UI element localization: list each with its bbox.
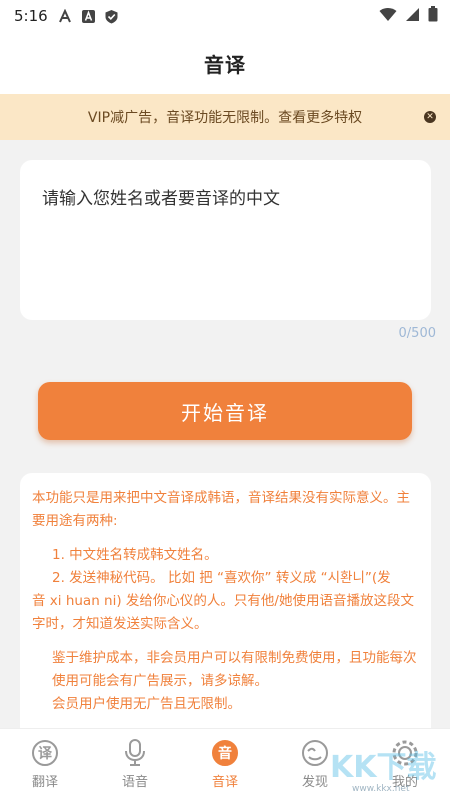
page-title: 音译 xyxy=(204,52,246,77)
info-item-1: 1. 中文姓名转成韩文姓名。 xyxy=(52,547,218,563)
info-paragraph-2-text: 鉴于维护成本，非会员用户可以有限制免费使用，且功能每次使用可能会有广告展示，请多… xyxy=(52,650,417,689)
vip-banner[interactable]: VIP减广告，音译功能无限制。查看更多特权 ✕ xyxy=(0,94,450,140)
vip-banner-text[interactable]: VIP减广告，音译功能无限制。查看更多特权 xyxy=(88,107,362,127)
nav-item-transliterate[interactable]: 音 音译 xyxy=(180,729,270,800)
translate-icon[interactable]: 译 xyxy=(31,739,59,767)
nav-label-voice: 语音 xyxy=(121,775,148,790)
font-a-icon xyxy=(58,8,73,24)
nav-item-profile[interactable]: 我的 xyxy=(360,729,450,800)
input-card xyxy=(20,160,431,320)
font-box-icon xyxy=(81,9,96,24)
transliterate-input[interactable] xyxy=(42,184,409,296)
status-icons-left xyxy=(58,8,119,24)
nav-item-discover[interactable]: 发现 xyxy=(270,729,360,800)
nav-label-profile: 我的 xyxy=(391,775,418,790)
nav-label-transliterate: 音译 xyxy=(211,775,238,790)
microphone-icon[interactable] xyxy=(121,739,149,767)
discover-face-icon[interactable] xyxy=(301,739,329,767)
info-card: 本功能只是用来把中文音译成韩语，音译结果没有实际意义。主要用途有两种: 1. 中… xyxy=(20,473,431,733)
status-time: 5:16 xyxy=(14,7,48,25)
nav-item-voice[interactable]: 语音 xyxy=(90,729,180,800)
info-item-2-rest: 音 xi huan ni) 发给你心仪的人。只有他/她使用语音播放这段文字时，才… xyxy=(32,593,414,632)
close-icon[interactable]: ✕ xyxy=(424,111,436,123)
info-paragraph-1: 本功能只是用来把中文音译成韩语，音译结果没有实际意义。主要用途有两种: xyxy=(32,490,410,529)
start-transliterate-button[interactable]: 开始音译 xyxy=(38,382,412,440)
char-counter: 0/500 xyxy=(398,326,436,341)
info-item-2-line-1: 2. 发送神秘代码。 比如 把 “喜欢你” 转义成 “시환니”(发 xyxy=(52,570,391,586)
bottom-nav: 译 翻译 语音 音 音译 发现 我的 xyxy=(0,728,450,800)
status-icons-right xyxy=(379,6,438,26)
nav-label-discover: 发现 xyxy=(301,775,328,790)
transliterate-icon[interactable]: 音 xyxy=(211,739,239,767)
info-paragraph-3: 会员用户使用无广告且无限制。 xyxy=(52,696,241,712)
signal-icon xyxy=(405,7,420,26)
status-bar: 5:16 xyxy=(0,0,450,32)
wifi-icon xyxy=(379,7,397,26)
shield-check-icon xyxy=(104,9,119,24)
battery-icon xyxy=(428,6,438,26)
nav-label-translate: 翻译 xyxy=(31,775,58,790)
title-bar: 音译 xyxy=(0,32,450,94)
nav-item-translate[interactable]: 译 翻译 xyxy=(0,729,90,800)
transliterate-glyph: 音 xyxy=(212,740,238,766)
profile-gear-icon[interactable] xyxy=(391,739,419,767)
translate-glyph: 译 xyxy=(32,740,58,766)
info-paragraph-2: 鉴于维护成本，非会员用户可以有限制免费使用，且功能每次使用可能会有广告展示，请多… xyxy=(32,647,419,693)
